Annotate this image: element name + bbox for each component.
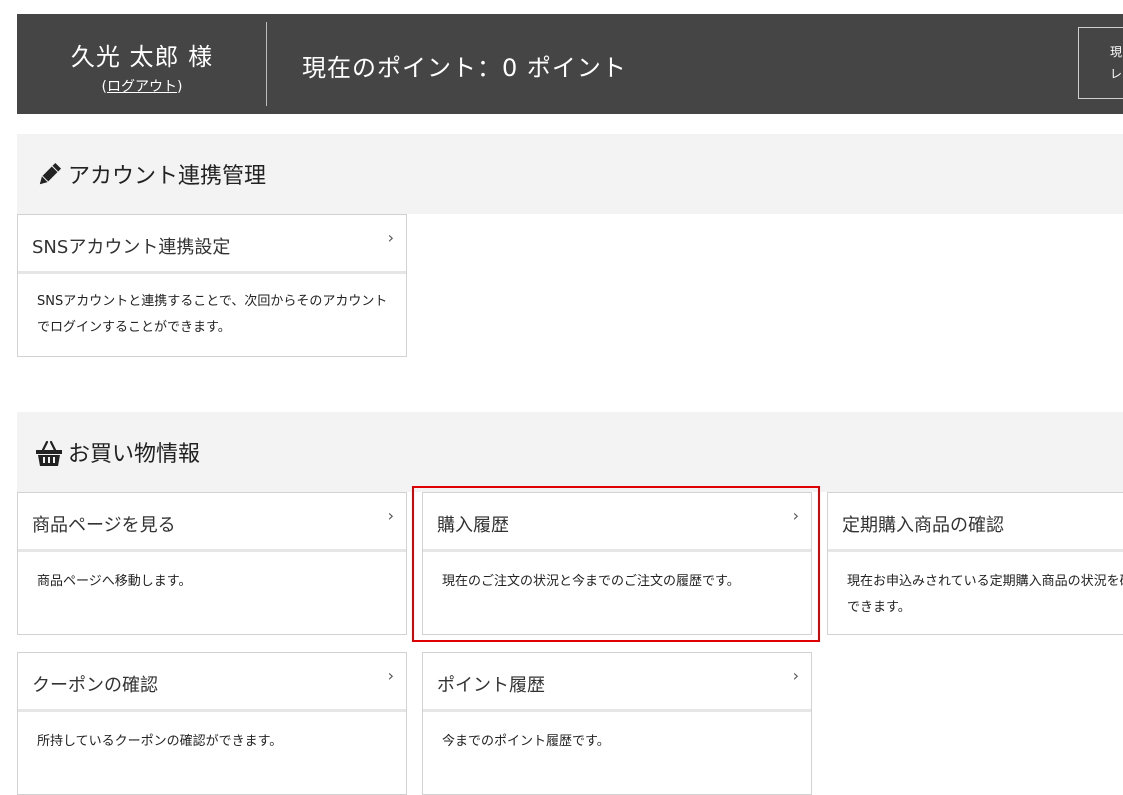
logout-wrapper: (ログアウト)	[101, 79, 183, 95]
chevron-right-icon: ›	[387, 506, 394, 525]
chevron-right-icon: ›	[387, 228, 394, 247]
header-divider	[266, 22, 267, 106]
card-title-bar: ポイント履歴 ›	[423, 653, 811, 712]
card-title-bar: 商品ページを見る ›	[18, 493, 406, 552]
card-product-page[interactable]: 商品ページを見る › 商品ページへ移動します。	[17, 492, 407, 635]
shopping-basket-icon	[36, 440, 62, 466]
card-sns-link-settings[interactable]: SNSアカウント連携設定 › SNSアカウントと連携することで、次回からそのアカ…	[17, 214, 407, 357]
user-info: 久光 太郎 様 (ログアウト)	[17, 14, 267, 114]
card-title: 購入履歴	[437, 515, 509, 536]
card-description: 現在お申込みされている定期購入商品の状況を確認することができます。	[847, 574, 1123, 615]
card-title: SNSアカウント連携設定	[32, 237, 231, 258]
chevron-right-icon: ›	[792, 666, 799, 685]
card-title: 商品ページを見る	[32, 515, 176, 536]
pencil-icon	[39, 162, 62, 185]
section-title: アカウント連携管理	[68, 164, 267, 189]
card-title-bar: クーポンの確認 ›	[18, 653, 406, 712]
card-point-history[interactable]: ポイント履歴 › 今までのポイント履歴です。	[422, 652, 812, 795]
card-subscription-products[interactable]: 定期購入商品の確認 現在お申込みされている定期購入商品の状況を確認することができ…	[827, 492, 1123, 635]
header-side-button-line2: レギ	[1110, 67, 1123, 81]
card-description: 今までのポイント履歴です。	[442, 734, 610, 749]
card-title: クーポンの確認	[32, 675, 158, 696]
chevron-right-icon: ›	[387, 666, 394, 685]
card-coupons[interactable]: クーポンの確認 › 所持しているクーポンの確認ができます。	[17, 652, 407, 795]
card-description: 商品ページへ移動します。	[37, 574, 192, 589]
section-title: お買い物情報	[68, 442, 201, 467]
card-title-bar: 購入履歴 ›	[423, 493, 811, 552]
card-description: SNSアカウントと連携することで、次回からそのアカウントでログインすることができ…	[37, 294, 388, 335]
section-account-linking: アカウント連携管理	[17, 134, 1123, 214]
account-header: 久光 太郎 様 (ログアウト) 現在のポイント：0 ポイント 現 レギ	[17, 14, 1123, 114]
card-description: 所持しているクーポンの確認ができます。	[37, 734, 283, 749]
card-title: ポイント履歴	[437, 675, 545, 696]
chevron-right-icon: ›	[792, 506, 799, 525]
header-side-button[interactable]: 現 レギ	[1078, 27, 1123, 99]
logout-link[interactable]: ログアウト	[107, 79, 177, 95]
points-display: 現在のポイント：0 ポイント	[302, 54, 627, 82]
card-title: 定期購入商品の確認	[842, 515, 1004, 536]
card-purchase-history[interactable]: 購入履歴 › 現在のご注文の状況と今までのご注文の履歴です。	[422, 492, 812, 635]
card-title-bar: 定期購入商品の確認	[828, 493, 1123, 552]
card-title-bar: SNSアカウント連携設定 ›	[18, 215, 406, 274]
header-side-button-line1: 現	[1110, 45, 1123, 59]
card-description: 現在のご注文の状況と今までのご注文の履歴です。	[442, 574, 740, 589]
user-name: 久光 太郎 様	[70, 43, 214, 71]
section-shopping-info: お買い物情報	[17, 412, 1123, 492]
